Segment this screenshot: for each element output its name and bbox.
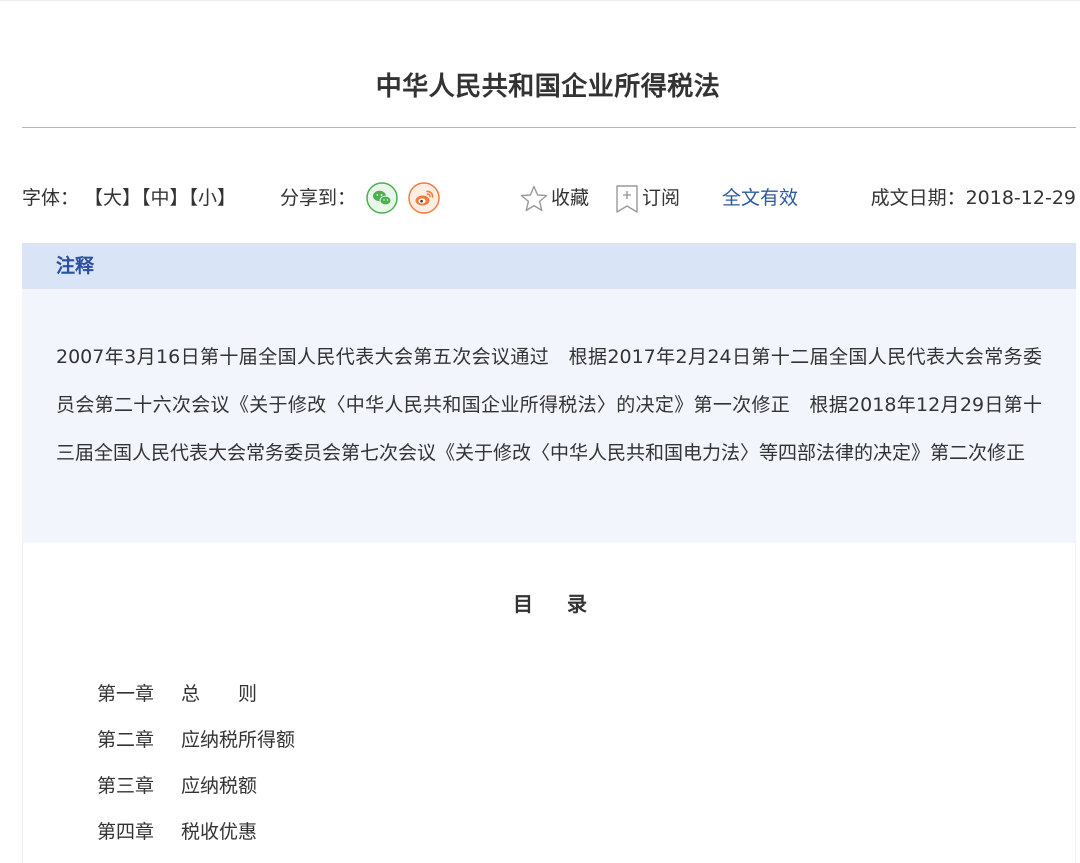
toc-item[interactable]: 第三章 应纳税额 (97, 763, 295, 809)
toc-item[interactable]: 第四章 税收优惠 (97, 809, 295, 855)
document-date: 成文日期：2018-12-29 (870, 187, 1076, 209)
page-title: 中华人民共和国企业所得税法 (375, 72, 721, 102)
top-divider (0, 0, 1080, 1)
notes-text: 2007年3月16日第十届全国人民代表大会第五次会议通过 根据2017年2月24… (56, 346, 1042, 464)
document-content: 目录 第一章总 则 第二章 应纳税所得额 第三章 应纳税额 第四章 税收优惠 (22, 543, 1076, 863)
share-label: 分享到： (280, 187, 357, 209)
toc-title-part1: 目 (513, 592, 533, 616)
notes-header: 注释 (22, 243, 1076, 289)
favorite-button[interactable]: 收藏 (519, 178, 589, 218)
toc-chapter-name: 应纳税额 (181, 775, 258, 797)
toc-title: 目录 (23, 588, 1077, 617)
toc-chapter-number: 第三章 (97, 775, 155, 797)
validity-status: 全文有效 (722, 187, 799, 209)
bookmark-add-icon (616, 184, 638, 213)
notes-panel: 注释 2007年3月16日第十届全国人民代表大会第五次会议通过 根据2017年2… (22, 243, 1076, 543)
font-size-options: 【大】【中】【小】 (84, 178, 236, 218)
toc-chapter-name: 应纳税所得额 (181, 729, 296, 751)
subscribe-label: 订阅 (642, 187, 681, 209)
toc-chapter-number: 第一章 (97, 683, 155, 705)
subscribe-button[interactable]: 订阅 (614, 178, 680, 218)
toc-chapter-name: 税收优惠 (181, 821, 258, 843)
toc-chapter-name: 总 则 (181, 683, 258, 705)
font-size-label: 字体： (22, 187, 80, 209)
toc-chapter-number: 第四章 (97, 821, 155, 843)
toc-item[interactable]: 第一章 总 则 (97, 671, 295, 717)
wechat-icon[interactable] (366, 182, 398, 214)
toc-item[interactable]: 第二章 应纳税所得额 (97, 717, 295, 763)
toc-title-part2: 录 (567, 592, 587, 616)
favorite-label: 收藏 (551, 187, 590, 209)
star-icon (520, 185, 548, 211)
document-toolbar: 字体： 【大】【中】【小】 分享到： 收藏 订阅 全文有效 成文日期：2018-… (22, 178, 1080, 218)
toc-list: 第一章 总 则 第二章 应纳税所得额 第三章 应纳税额 第四章 税收优惠 (97, 671, 295, 855)
font-size-medium-button[interactable]: 【中】 (141, 187, 189, 209)
toc-chapter-number: 第二章 (97, 729, 155, 751)
title-divider (22, 127, 1076, 128)
weibo-icon[interactable] (408, 182, 440, 214)
font-size-small-button[interactable]: 【小】 (189, 187, 237, 209)
font-size-large-button[interactable]: 【大】 (84, 187, 141, 209)
